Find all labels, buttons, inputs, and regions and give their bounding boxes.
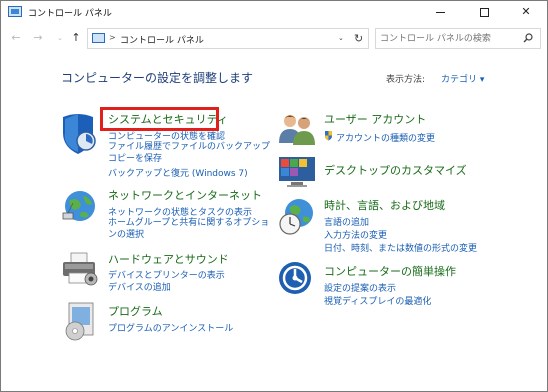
link-uninstall-program[interactable]: プログラムのアンインストール [108, 321, 233, 334]
search-input[interactable] [380, 32, 520, 46]
category-network-internet[interactable]: ネットワークとインターネット [108, 187, 262, 203]
link-change-account-type[interactable]: アカウントの種類の変更 [336, 131, 435, 144]
network-globe-icon[interactable] [61, 187, 99, 225]
search-box[interactable] [375, 28, 541, 49]
control-panel-icon [92, 33, 105, 43]
uac-shield-icon [325, 131, 332, 141]
maximize-icon [479, 7, 489, 17]
category-hardware-sound[interactable]: ハードウェアとサウンド [108, 251, 229, 267]
category-ease-of-access[interactable]: コンピューターの簡単操作 [324, 263, 456, 279]
view-by-dropdown[interactable]: カテゴリ ▾ [441, 72, 484, 85]
link-file-history[interactable]: ファイル履歴でファイルのバックアップ コピーを保存 [108, 141, 273, 165]
recent-locations-icon[interactable]: ⌄ [53, 31, 67, 45]
title-bar[interactable]: コントロール パネル ✕ [1, 1, 547, 23]
window-title: コントロール パネル [28, 9, 112, 19]
navigation-bar: ← → ⌄ ↑ > コントロール パネル ⌄ ↻ [1, 27, 547, 51]
highlight-annotation [100, 107, 219, 131]
address-bar[interactable]: > コントロール パネル ⌄ ↻ [87, 28, 369, 49]
up-arrow-icon[interactable]: ↑ [69, 31, 83, 45]
programs-icon[interactable] [61, 301, 99, 341]
shield-icon[interactable] [59, 111, 97, 155]
link-change-input-method[interactable]: 入力方法の変更 [324, 228, 387, 241]
ease-of-access-icon[interactable] [277, 260, 313, 296]
refresh-icon[interactable]: ↻ [354, 32, 363, 45]
link-homegroup[interactable]: ホームグループと共有に関するオプションの選択 [108, 217, 273, 241]
minimize-icon [435, 11, 445, 13]
clock-globe-icon[interactable] [277, 197, 317, 237]
link-add-language[interactable]: 言語の追加 [324, 215, 369, 228]
category-programs[interactable]: プログラム [108, 303, 163, 319]
category-clock-region[interactable]: 時計、言語、および地域 [324, 197, 445, 213]
category-user-accounts[interactable]: ユーザー アカウント [324, 111, 426, 127]
forward-arrow-icon[interactable]: → [31, 31, 45, 45]
breadcrumb-separator: > [109, 33, 116, 42]
control-panel-window: コントロール パネル ✕ ← → ⌄ ↑ > コントロール パネル ⌄ ↻ コン… [0, 0, 548, 392]
search-icon[interactable] [523, 33, 533, 43]
link-add-device[interactable]: デバイスの追加 [108, 280, 171, 293]
control-panel-icon [8, 6, 22, 17]
link-change-date-format[interactable]: 日付、時刻、または数値の形式の変更 [324, 241, 477, 254]
page-title: コンピューターの設定を調整します [61, 71, 254, 85]
link-backup-restore[interactable]: バックアップと復元 (Windows 7) [108, 166, 248, 179]
breadcrumb[interactable]: コントロール パネル [120, 33, 204, 46]
view-by-label: 表示方法: [386, 75, 426, 85]
back-arrow-icon[interactable]: ← [9, 31, 23, 45]
link-settings-suggestions[interactable]: 設定の提案の表示 [324, 281, 396, 294]
link-optimize-display[interactable]: 視覚ディスプレイの最適化 [324, 294, 431, 307]
minimize-button[interactable] [419, 1, 461, 23]
address-dropdown-icon[interactable]: ⌄ [338, 34, 344, 42]
maximize-button[interactable] [463, 1, 505, 23]
printer-icon[interactable] [61, 251, 99, 287]
close-button[interactable]: ✕ [505, 1, 547, 23]
category-desktop-customize[interactable]: デスクトップのカスタマイズ [324, 162, 467, 178]
desktop-personalization-icon[interactable] [277, 155, 317, 189]
user-accounts-icon[interactable] [277, 111, 317, 147]
